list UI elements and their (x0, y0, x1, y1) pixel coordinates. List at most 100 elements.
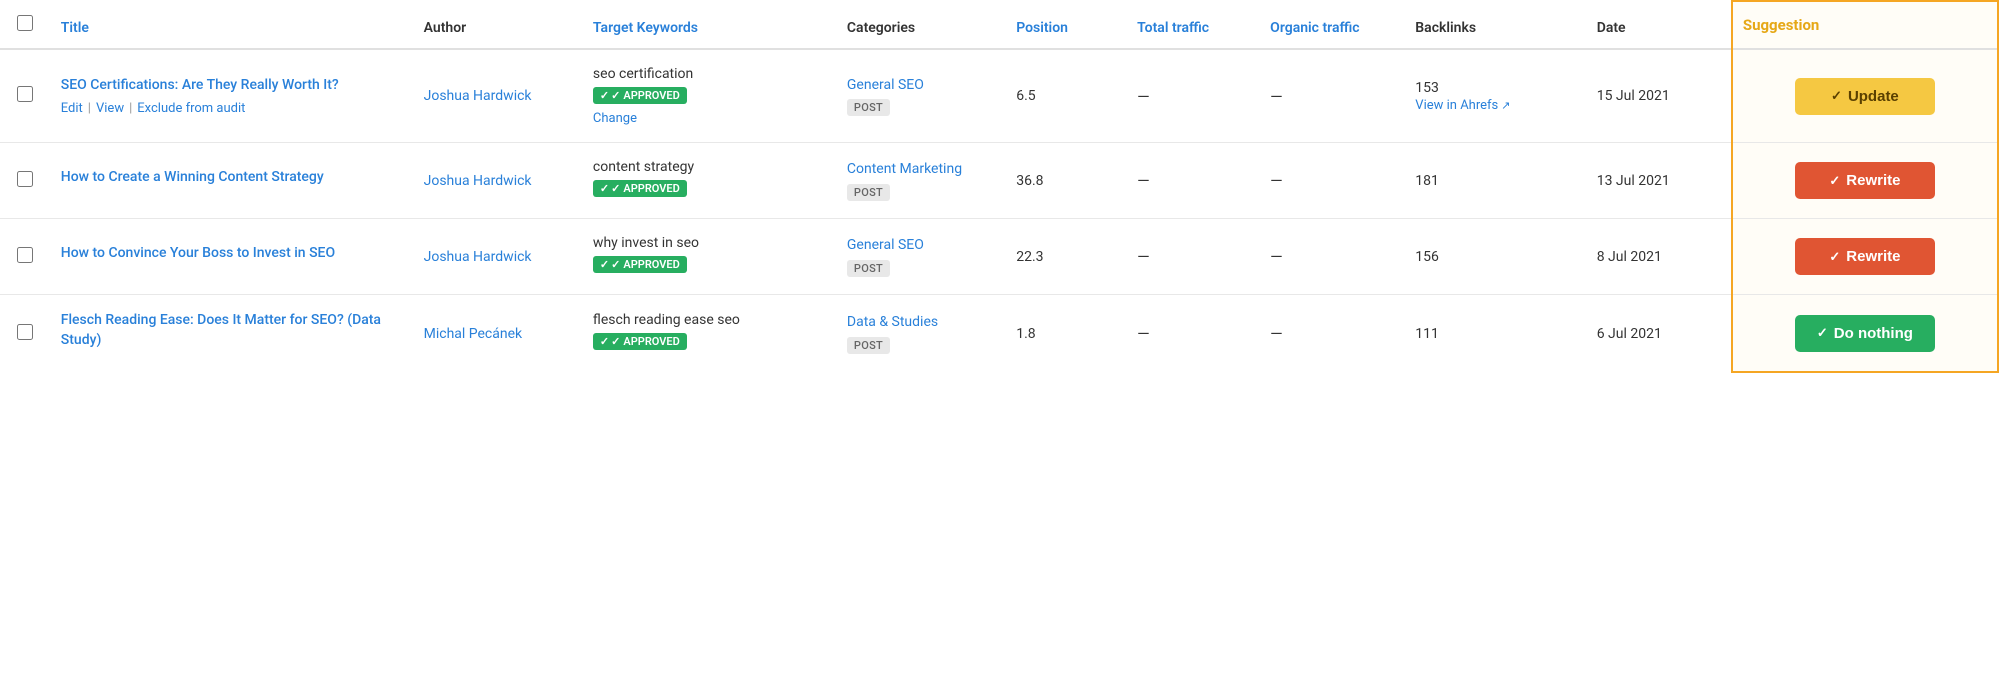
organic-traffic-value: — (1270, 247, 1283, 266)
view-ahrefs-link[interactable]: View in Ahrefs ↗ (1415, 98, 1510, 113)
row-checkbox[interactable] (17, 324, 33, 340)
suggestion-update-button[interactable]: ✓ Update (1795, 78, 1935, 115)
select-all-header[interactable] (0, 1, 51, 49)
col-header-title: Title (51, 1, 414, 49)
date-cell: 13 Jul 2021 (1587, 143, 1732, 219)
backlinks-value: 181 (1415, 173, 1576, 189)
view-link[interactable]: View (96, 101, 124, 116)
organic-traffic-value: — (1270, 87, 1283, 106)
total-traffic-value: — (1137, 324, 1150, 343)
post-badge: POST (847, 99, 890, 116)
keywords-cell: content strategy ✓APPROVED (583, 143, 837, 219)
row-checkbox-cell (0, 295, 51, 373)
suggestion-cell: ✓Rewrite (1732, 143, 1998, 219)
row-checkbox[interactable] (17, 171, 33, 187)
categories-cell: Data & Studies POST (837, 295, 1006, 373)
total-traffic-value: — (1137, 87, 1150, 106)
suggestion-donothing-button[interactable]: ✓Do nothing (1795, 315, 1935, 352)
position-cell: 36.8 (1006, 143, 1127, 219)
author-name: Michal Pecánek (424, 326, 523, 342)
organic-traffic-cell: — (1260, 219, 1405, 295)
title-link[interactable]: SEO Certifications: Are They Really Wort… (61, 76, 404, 96)
position-cell: 6.5 (1006, 49, 1127, 143)
separator: | (129, 101, 132, 116)
separator: | (88, 101, 91, 116)
date-value: 15 Jul 2021 (1597, 88, 1670, 104)
keyword-text: why invest in seo (593, 235, 827, 251)
date-value: 6 Jul 2021 (1597, 326, 1662, 342)
title-cell: How to Convince Your Boss to Invest in S… (51, 219, 414, 295)
total-traffic-cell: — (1127, 143, 1260, 219)
approved-badge: ✓APPROVED (593, 87, 687, 104)
select-all-checkbox[interactable] (17, 15, 33, 31)
title-link[interactable]: How to Convince Your Boss to Invest in S… (61, 244, 404, 264)
position-value: 6.5 (1016, 88, 1035, 104)
category-link[interactable]: Content Marketing (847, 160, 996, 180)
position-value: 36.8 (1016, 173, 1043, 189)
categories-cell: General SEO POST (837, 219, 1006, 295)
keywords-cell: why invest in seo✓APPROVED (583, 219, 837, 295)
chevron-down-icon: ✓ (1831, 88, 1842, 104)
position-value: 1.8 (1016, 326, 1035, 342)
col-header-author: Author (414, 1, 583, 49)
title-cell: Flesch Reading Ease: Does It Matter for … (51, 295, 414, 373)
total-traffic-cell: — (1127, 219, 1260, 295)
organic-traffic-cell: — (1260, 49, 1405, 143)
position-cell: 22.3 (1006, 219, 1127, 295)
suggestion-button-label: Rewrite (1846, 172, 1900, 189)
suggestion-cell: ✓Do nothing (1732, 295, 1998, 373)
category-link[interactable]: General SEO (847, 236, 996, 256)
table-row: Flesch Reading Ease: Does It Matter for … (0, 295, 1998, 373)
table-row: How to Convince Your Boss to Invest in S… (0, 219, 1998, 295)
suggestion-cell: ✓ Update (1732, 49, 1998, 143)
date-cell: 15 Jul 2021 (1587, 49, 1732, 143)
suggestion-button-label: Rewrite (1846, 248, 1900, 265)
title-link[interactable]: Flesch Reading Ease: Does It Matter for … (61, 311, 404, 350)
keyword-text: flesch reading ease seo (593, 312, 827, 328)
approved-badge: ✓APPROVED (593, 333, 687, 350)
author-name: Joshua Hardwick (424, 173, 532, 189)
backlinks-value: 153 (1415, 80, 1576, 96)
date-value: 8 Jul 2021 (1597, 249, 1662, 265)
row-checkbox-cell (0, 49, 51, 143)
exclude-link[interactable]: Exclude from audit (137, 101, 245, 116)
author-cell: Joshua Hardwick (414, 143, 583, 219)
row-checkbox-cell (0, 219, 51, 295)
change-keyword-link[interactable]: Change (593, 111, 827, 126)
date-cell: 8 Jul 2021 (1587, 219, 1732, 295)
organic-traffic-value: — (1270, 324, 1283, 343)
post-badge: POST (847, 184, 890, 201)
suggestion-rewrite-button[interactable]: ✓ Rewrite (1795, 238, 1935, 275)
position-cell: 1.8 (1006, 295, 1127, 373)
organic-traffic-value: — (1270, 171, 1283, 190)
suggestion-rewrite-button[interactable]: ✓Rewrite (1795, 162, 1935, 199)
table-row: How to Create a Winning Content Strategy… (0, 143, 1998, 219)
category-link[interactable]: General SEO (847, 76, 996, 96)
approved-badge: ✓APPROVED (593, 180, 687, 197)
post-badge: POST (847, 337, 890, 354)
edit-link[interactable]: Edit (61, 101, 83, 116)
col-header-position: Position (1006, 1, 1127, 49)
category-link[interactable]: Data & Studies (847, 313, 996, 333)
suggestion-button-label: Update (1848, 88, 1899, 105)
row-checkbox[interactable] (17, 86, 33, 102)
title-link[interactable]: How to Create a Winning Content Strategy (61, 168, 404, 188)
title-actions: Edit | View | Exclude from audit (61, 101, 404, 116)
chevron-down-icon: ✓ (1829, 249, 1840, 265)
backlinks-value: 111 (1415, 326, 1576, 342)
row-checkbox-cell (0, 143, 51, 219)
backlinks-value: 156 (1415, 249, 1576, 265)
table-row: SEO Certifications: Are They Really Wort… (0, 49, 1998, 143)
post-badge: POST (847, 260, 890, 277)
keyword-text: content strategy (593, 159, 827, 175)
author-name: Joshua Hardwick (424, 88, 532, 104)
total-traffic-cell: — (1127, 295, 1260, 373)
categories-cell: General SEO POST (837, 49, 1006, 143)
author-cell: Michal Pecánek (414, 295, 583, 373)
suggestion-cell: ✓ Rewrite (1732, 219, 1998, 295)
organic-traffic-cell: — (1260, 143, 1405, 219)
col-header-suggestion: Suggestion (1732, 1, 1998, 49)
row-checkbox[interactable] (17, 247, 33, 263)
col-header-backlinks: Backlinks (1405, 1, 1586, 49)
date-value: 13 Jul 2021 (1597, 173, 1670, 189)
